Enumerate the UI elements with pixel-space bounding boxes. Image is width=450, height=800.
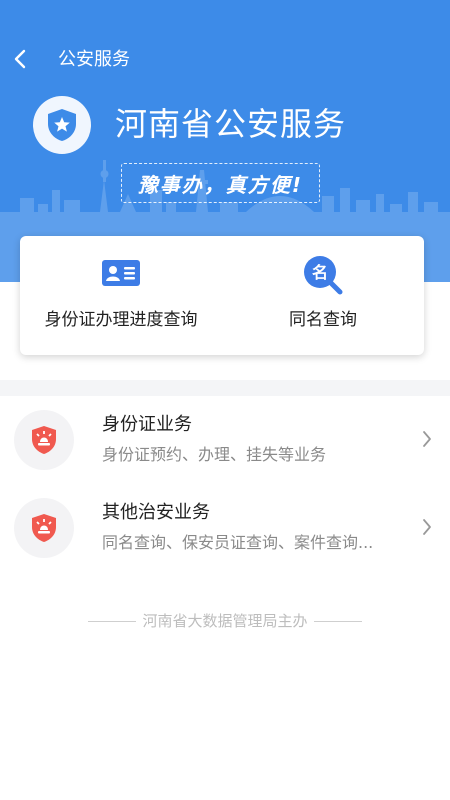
police-badge-icon — [32, 514, 56, 542]
same-name-query-label: 同名查询 — [289, 310, 357, 330]
chevron-right-icon — [423, 519, 431, 535]
section-divider — [0, 380, 450, 396]
same-name-query-button[interactable]: 名 同名查询 — [222, 236, 424, 355]
footer-divider-left — [88, 620, 137, 622]
chevron-left-icon — [14, 49, 26, 69]
back-button[interactable] — [8, 44, 32, 74]
nav-bar: 公安服务 — [0, 40, 450, 80]
service-item-id-card[interactable]: 身份证业务 身份证预约、办理、挂失等业务 — [0, 396, 450, 484]
name-search-icon: 名 — [304, 256, 343, 295]
police-emblem — [33, 96, 91, 154]
page-title: 公安服务 — [58, 49, 130, 70]
id-card-progress-query-label: 身份证办理进度查询 — [44, 310, 198, 330]
service-icon-wrapper — [14, 410, 74, 470]
police-shield-icon — [48, 109, 76, 141]
service-subtitle: 同名查询、保安员证查询、案件查询... — [102, 533, 374, 552]
service-item-other-security[interactable]: 其他治安业务 同名查询、保安员证查询、案件查询... — [0, 484, 450, 572]
footer-divider-right — [313, 620, 362, 622]
police-badge-icon — [32, 426, 56, 454]
chevron-right-icon — [423, 431, 431, 447]
service-subtitle: 身份证预约、办理、挂失等业务 — [102, 445, 327, 464]
svg-text:名: 名 — [312, 263, 328, 282]
footer-text: 河南省大数据管理局主办 — [142, 612, 308, 630]
footer: 河南省大数据管理局主办 — [0, 610, 450, 632]
hero-title: 河南省公安服务 — [115, 105, 347, 143]
service-title: 身份证业务 — [102, 414, 192, 435]
slogan-badge: 豫事办，真方便! — [121, 163, 320, 203]
service-icon-wrapper — [14, 498, 74, 558]
id-card-icon — [102, 260, 140, 286]
id-card-progress-query-button[interactable]: 身份证办理进度查询 — [20, 236, 222, 355]
quick-actions-card: 身份证办理进度查询 名 同名查询 — [20, 236, 424, 355]
service-title: 其他治安业务 — [102, 502, 210, 523]
